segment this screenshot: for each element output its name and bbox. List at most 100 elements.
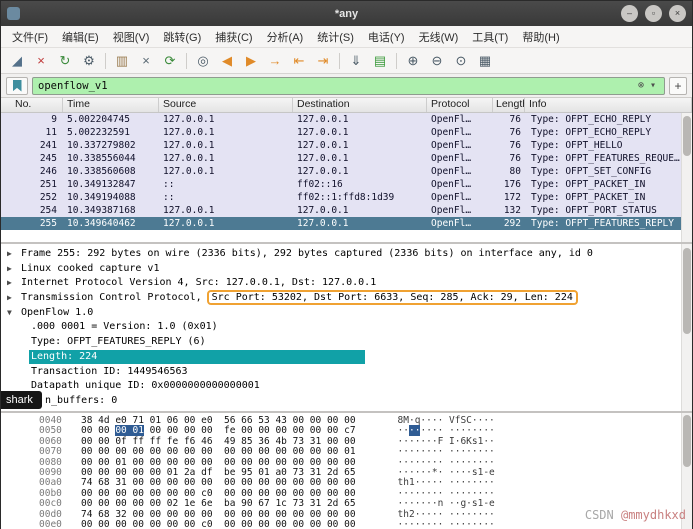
- cell-dst: 127.0.0.1: [297, 127, 349, 138]
- column-header-length[interactable]: Length: [493, 98, 525, 112]
- menu-item[interactable]: 捕获(C): [208, 26, 259, 48]
- filter-add-button[interactable]: +: [669, 76, 687, 95]
- capture-options-icon[interactable]: ⚙: [77, 50, 101, 72]
- filter-bookmark-button[interactable]: [6, 76, 28, 95]
- packet-list-header: No. Time Source Destination Protocol Length In…: [1, 98, 692, 113]
- hex-bytes: 00 00 00 00 00 00 00 00 00 00 00 00 00 0…: [81, 446, 356, 458]
- cell-time: 10.337279802: [67, 140, 136, 151]
- details-scrollbar[interactable]: [681, 244, 692, 411]
- cell-proto: OpenFl…: [431, 166, 472, 177]
- menu-item[interactable]: 文件(F): [5, 26, 55, 48]
- reload-icon[interactable]: ⟳: [158, 50, 182, 72]
- go-last-icon[interactable]: ⇥: [311, 50, 335, 72]
- menu-item[interactable]: 无线(W): [412, 26, 466, 48]
- column-header-source[interactable]: Source: [159, 98, 293, 112]
- detail-line[interactable]: Length: 224: [1, 349, 692, 365]
- toolbar-separator: [396, 52, 397, 69]
- column-header-time[interactable]: Time: [63, 98, 159, 112]
- resize-columns-icon[interactable]: ▦: [473, 50, 497, 72]
- expand-arrow-icon[interactable]: ▶: [7, 247, 21, 262]
- packet-list-pane: No. Time Source Destination Protocol Length In…: [1, 98, 692, 242]
- find-packet-icon[interactable]: ◎: [191, 50, 215, 72]
- column-header-destination[interactable]: Destination: [293, 98, 427, 112]
- menu-item[interactable]: 分析(A): [260, 26, 311, 48]
- cell-proto: OpenFl…: [431, 153, 472, 164]
- detail-line[interactable]: .000 0001 = Version: 1.0 (0x01): [1, 320, 692, 335]
- cell-no: 9: [51, 114, 57, 125]
- packet-row[interactable]: 252 10.349194088:: ff02::1:ffd8:1d39 OpenFl…: [1, 191, 692, 204]
- packet-row[interactable]: 246 10.338560608 127.0.0.1 127.0.0.1 OpenFl……: [1, 165, 692, 178]
- packet-row[interactable]: 255 10.349640462 127.0.0.1 127.0.0.1 OpenFl……: [1, 217, 692, 230]
- close-file-icon[interactable]: ×: [134, 50, 158, 72]
- colorize-icon[interactable]: ▤: [368, 50, 392, 72]
- hex-row[interactable]: 0070 00 00 00 00 00 00 00 00 00 00 00 00 …: [1, 446, 692, 458]
- menu-item[interactable]: 工具(T): [465, 26, 515, 48]
- zoom-in-icon[interactable]: ⊕: [401, 50, 425, 72]
- detail-line[interactable]: Type: OFPT_FEATURES_REPLY (6): [1, 335, 692, 350]
- menu-item[interactable]: 电话(Y): [361, 26, 412, 48]
- column-header-info[interactable]: Info: [525, 98, 692, 112]
- close-button[interactable]: ×: [669, 5, 686, 22]
- cell-info: Type: OFPT_PACKET_IN: [531, 192, 646, 203]
- packet-row[interactable]: 11 5.002232591 127.0.0.1 127.0.0.1 OpenFl… 76…: [1, 126, 692, 139]
- detail-line[interactable]: ▼ OpenFlow 1.0: [1, 306, 692, 321]
- scrollbar-thumb[interactable]: [683, 116, 691, 156]
- packet-row[interactable]: 251 10.349132847:: ff02::16 OpenFl… 176 Type:…: [1, 178, 692, 191]
- cell-time: 10.338560608: [67, 166, 136, 177]
- wireshark-window: *any – ▫ × 文件(F) 编辑(E) 视图(V) 跳转(G) 捕获(C) 分析(A…: [1, 1, 692, 529]
- column-header-no[interactable]: No.: [1, 98, 63, 112]
- cell-info: Type: OFPT_FEATURES_REPLY: [531, 218, 674, 229]
- watermark: CSDN @mmydhkxd: [585, 508, 686, 522]
- capture-stop-icon[interactable]: ×: [29, 50, 53, 72]
- scrollbar-thumb[interactable]: [683, 415, 691, 467]
- hex-bytes: 00 00 00 00 00 02 1e 6e ba 90 67 1c 73 3…: [81, 498, 356, 510]
- cell-no: 251: [39, 179, 57, 190]
- zoom-reset-icon[interactable]: ⊙: [449, 50, 473, 72]
- capture-start-icon[interactable]: ◢: [5, 50, 29, 72]
- menu-item[interactable]: 跳转(G): [156, 26, 208, 48]
- detail-line[interactable]: n_buffers: 0: [1, 394, 692, 409]
- minimize-button[interactable]: –: [621, 5, 638, 22]
- zoom-out-icon[interactable]: ⊖: [425, 50, 449, 72]
- capture-restart-icon[interactable]: ↻: [53, 50, 77, 72]
- cell-len: 76: [509, 114, 521, 125]
- menu-bar: 文件(F) 编辑(E) 视图(V) 跳转(G) 捕获(C) 分析(A) 统计(S) 电话(Y)…: [1, 26, 692, 48]
- go-first-icon[interactable]: ⇤: [287, 50, 311, 72]
- detail-line[interactable]: ▶ Frame 255: 292 bytes on wire (2336 bits…: [1, 247, 692, 262]
- go-forward-icon[interactable]: ▶: [239, 50, 263, 72]
- collapse-arrow-icon[interactable]: ▼: [7, 306, 21, 321]
- expand-arrow-icon[interactable]: ▶: [7, 276, 21, 291]
- detail-line[interactable]: ▶ Internet Protocol Version 4, Src: 127.0…: [1, 276, 692, 291]
- go-to-packet-icon[interactable]: →: [263, 50, 287, 72]
- detail-line[interactable]: ▶ Linux cooked capture v1: [1, 262, 692, 277]
- filter-dropdown-icon[interactable]: ▾: [647, 80, 659, 91]
- packet-row[interactable]: 245 10.338556044 127.0.0.1 127.0.0.1 OpenFl……: [1, 152, 692, 165]
- packet-row[interactable]: 9 5.002204745 127.0.0.1 127.0.0.1 OpenFl… 76 T…: [1, 113, 692, 126]
- menu-item[interactable]: 编辑(E): [55, 26, 106, 48]
- detail-line[interactable]: ▶ Transmission Control Protocol, Src Port…: [1, 290, 692, 306]
- window-titlebar[interactable]: *any – ▫ ×: [1, 1, 692, 26]
- cell-src: 127.0.0.1: [163, 114, 215, 125]
- filter-clear-icon[interactable]: ⊗: [635, 80, 647, 91]
- scrollbar-thumb[interactable]: [683, 248, 691, 334]
- column-header-protocol[interactable]: Protocol: [427, 98, 493, 112]
- menu-item[interactable]: 帮助(H): [515, 26, 566, 48]
- autoscroll-icon[interactable]: ⇓: [344, 50, 368, 72]
- packet-row[interactable]: 254 10.349387168 127.0.0.1 127.0.0.1 OpenFl……: [1, 204, 692, 217]
- cell-src: 127.0.0.1: [163, 218, 215, 229]
- display-filter-input[interactable]: openflow_v1 ⊗ ▾: [32, 76, 665, 95]
- go-back-icon[interactable]: ◀: [215, 50, 239, 72]
- maximize-button[interactable]: ▫: [645, 5, 662, 22]
- packet-row[interactable]: 241 10.337279802 127.0.0.1 127.0.0.1 OpenFl……: [1, 139, 692, 152]
- open-file-icon[interactable]: ▥: [110, 50, 134, 72]
- cell-time: 10.349132847: [67, 179, 136, 190]
- detail-line[interactable]: Transaction ID: 1449546563: [1, 365, 692, 380]
- packet-list-scrollbar[interactable]: [681, 113, 692, 242]
- detail-line[interactable]: Datapath unique ID: 0x0000000000000001: [1, 379, 692, 394]
- window-title: *any: [334, 7, 359, 20]
- menu-item[interactable]: 视图(V): [106, 26, 157, 48]
- expand-arrow-icon[interactable]: ▶: [7, 262, 21, 277]
- detail-text: Datapath unique ID: 0x0000000000000001: [31, 380, 260, 392]
- menu-item[interactable]: 统计(S): [310, 26, 361, 48]
- expand-arrow-icon[interactable]: ▶: [7, 291, 21, 306]
